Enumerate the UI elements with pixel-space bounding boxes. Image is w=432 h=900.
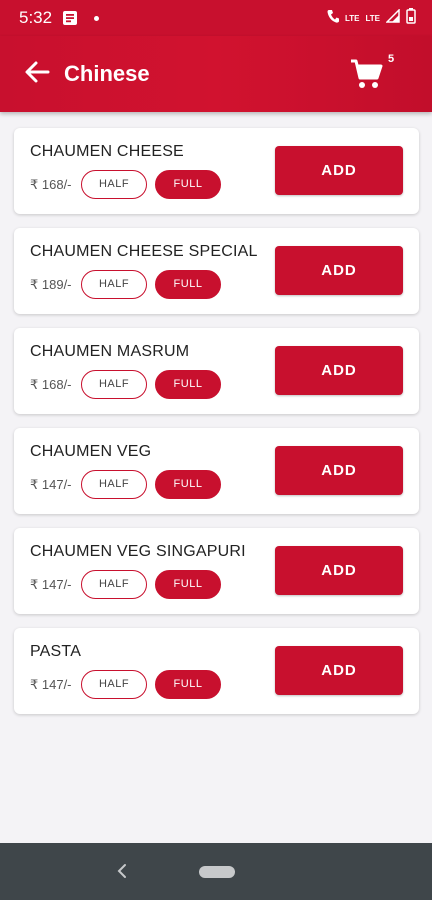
menu-item-card: PASTA ₹ 147/- HALF FULL ADD — [14, 628, 419, 714]
item-price: ₹ 168/- — [30, 177, 72, 192]
full-portion-button[interactable]: FULL — [155, 170, 221, 199]
menu-item-card: CHAUMEN MASRUM ₹ 168/- HALF FULL ADD — [14, 328, 419, 414]
call-icon — [327, 9, 339, 28]
full-portion-button[interactable]: FULL — [155, 470, 221, 499]
item-name: CHAUMEN CHEESE — [30, 143, 184, 160]
add-button[interactable]: ADD — [275, 346, 403, 395]
half-portion-button[interactable]: HALF — [81, 570, 147, 599]
half-portion-button[interactable]: HALF — [81, 270, 147, 299]
app-bar: Chinese 5 — [0, 36, 432, 112]
half-portion-button[interactable]: HALF — [81, 470, 147, 499]
add-button[interactable]: ADD — [275, 146, 403, 195]
item-name: CHAUMEN VEG SINGAPURI — [30, 543, 246, 560]
network-label-2: LTE — [365, 14, 380, 23]
nav-home-pill[interactable] — [199, 866, 235, 878]
full-portion-button[interactable]: FULL — [155, 270, 221, 299]
item-price: ₹ 147/- — [30, 577, 72, 592]
battery-icon — [406, 8, 416, 29]
half-portion-button[interactable]: HALF — [81, 170, 147, 199]
half-portion-button[interactable]: HALF — [81, 670, 147, 699]
status-time: 5:32 — [19, 8, 53, 27]
back-arrow-icon[interactable] — [24, 60, 50, 89]
full-portion-button[interactable]: FULL — [155, 670, 221, 699]
page-title: Chinese — [64, 61, 150, 86]
item-price: ₹ 189/- — [30, 277, 72, 292]
item-name: CHAUMEN CHEESE SPECIAL — [30, 243, 258, 260]
menu-item-card: CHAUMEN VEG ₹ 147/- HALF FULL ADD — [14, 428, 419, 514]
full-portion-button[interactable]: FULL — [155, 370, 221, 399]
menu-item-card: CHAUMEN VEG SINGAPURI ₹ 147/- HALF FULL … — [14, 528, 419, 614]
add-button[interactable]: ADD — [275, 446, 403, 495]
item-price: ₹ 147/- — [30, 677, 72, 692]
half-portion-button[interactable]: HALF — [81, 370, 147, 399]
shopping-cart-icon[interactable] — [350, 58, 384, 95]
add-button[interactable]: ADD — [275, 246, 403, 295]
notification-icon — [62, 10, 78, 31]
item-name: CHAUMEN MASRUM — [30, 343, 190, 360]
full-portion-button[interactable]: FULL — [155, 570, 221, 599]
notification-dot-icon — [94, 16, 99, 21]
cart-count-badge: 5 — [388, 53, 395, 65]
item-price: ₹ 168/- — [30, 377, 72, 392]
status-icons: LTE LTE — [327, 8, 416, 29]
menu-item-list: CHAUMEN CHEESE ₹ 168/- HALF FULL ADD CHA… — [14, 128, 419, 728]
status-bar: 5:32 LTE LTE — [0, 0, 432, 36]
add-button[interactable]: ADD — [275, 646, 403, 695]
signal-icon — [385, 8, 400, 28]
menu-item-card: CHAUMEN CHEESE ₹ 168/- HALF FULL ADD — [14, 128, 419, 214]
item-price: ₹ 147/- — [30, 477, 72, 492]
nav-back-icon[interactable] — [117, 863, 127, 884]
menu-item-card: CHAUMEN CHEESE SPECIAL ₹ 189/- HALF FULL… — [14, 228, 419, 314]
network-label-1: LTE — [344, 14, 360, 23]
system-nav-bar — [0, 843, 432, 900]
add-button[interactable]: ADD — [275, 546, 403, 595]
item-name: PASTA — [30, 643, 82, 660]
item-name: CHAUMEN VEG — [30, 443, 152, 460]
